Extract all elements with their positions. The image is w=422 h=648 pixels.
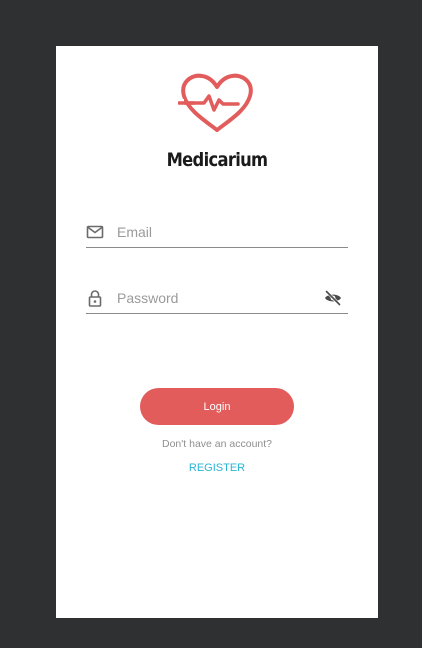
heart-pulse-logo-icon bbox=[178, 73, 253, 132]
email-input[interactable] bbox=[117, 222, 317, 242]
mail-icon bbox=[86, 225, 104, 239]
login-button[interactable]: Login bbox=[140, 388, 294, 425]
password-input[interactable] bbox=[117, 288, 317, 308]
no-account-text: Don't have an account? bbox=[162, 438, 272, 450]
eye-off-icon[interactable] bbox=[324, 290, 342, 306]
email-field bbox=[86, 222, 348, 248]
login-screen: Medicarium Login Don't have an account? … bbox=[56, 46, 378, 618]
lock-icon bbox=[88, 290, 102, 307]
app-title: Medicarium bbox=[166, 149, 268, 171]
register-link[interactable]: REGISTER bbox=[56, 462, 378, 474]
password-field bbox=[86, 288, 348, 314]
